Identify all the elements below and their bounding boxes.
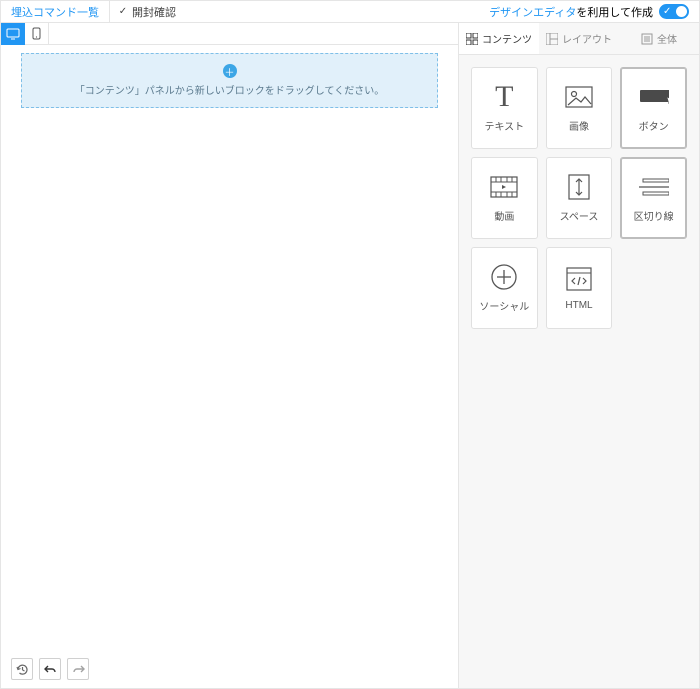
page-icon	[641, 33, 653, 45]
toggle-check-icon: ✓	[663, 4, 671, 19]
block-label: ボタン	[639, 118, 669, 133]
redo-button[interactable]	[67, 658, 89, 680]
undo-button[interactable]	[39, 658, 61, 680]
block-label: テキスト	[484, 118, 524, 133]
block-text[interactable]: T テキスト	[471, 67, 538, 149]
canvas-area: ＋ 「コンテンツ」パネルから新しいブロックをドラッグしてください。	[1, 23, 459, 688]
tab-all[interactable]: 全体	[619, 23, 699, 54]
history-icon	[16, 663, 29, 676]
block-label: 動画	[494, 208, 514, 223]
spacer-icon	[564, 174, 594, 200]
video-icon	[489, 174, 519, 200]
open-tracking-label: 開封確認	[132, 4, 176, 20]
history-button[interactable]	[11, 658, 33, 680]
block-html[interactable]: HTML	[546, 247, 613, 329]
drop-zone[interactable]: ＋ 「コンテンツ」パネルから新しいブロックをドラッグしてください。	[21, 53, 438, 108]
block-label: スペース	[560, 208, 599, 223]
tab-layout-label: レイアウト	[562, 31, 612, 46]
panel-tabs: コンテンツ レイアウト 全体	[459, 23, 699, 55]
html-icon	[564, 266, 594, 292]
grid-icon	[466, 33, 478, 45]
button-icon	[639, 84, 669, 110]
main: ＋ 「コンテンツ」パネルから新しいブロックをドラッグしてください。 コンテンツ	[1, 23, 699, 688]
design-editor-link[interactable]: デザインエディタ	[489, 7, 576, 19]
mobile-icon	[32, 27, 41, 40]
open-tracking-checkbox[interactable]: ✓ 開封確認	[110, 4, 184, 20]
check-icon: ✓	[118, 7, 128, 17]
block-video[interactable]: 動画	[471, 157, 538, 239]
undo-icon	[44, 664, 57, 675]
history-tools	[11, 658, 89, 680]
editor-toggle-area: デザインエディタを利用して作成 ✓	[489, 4, 689, 20]
mobile-view-button[interactable]	[25, 23, 49, 45]
block-divider[interactable]: 区切り線	[620, 157, 687, 239]
drop-hint: 「コンテンツ」パネルから新しいブロックをドラッグしてください。	[22, 82, 437, 97]
side-panel: コンテンツ レイアウト 全体 T テキスト 画像 ボタン動画 スペース 区切り線ソーシャル…	[459, 23, 699, 688]
block-label: HTML	[565, 300, 592, 311]
tab-content-label: コンテンツ	[482, 31, 532, 46]
tab-content[interactable]: コンテンツ	[459, 23, 539, 54]
block-button[interactable]: ボタン	[620, 67, 687, 149]
image-icon	[564, 84, 594, 110]
editor-suffix: を利用して作成	[576, 7, 653, 19]
editor-toggle[interactable]: ✓	[659, 4, 689, 19]
add-icon: ＋	[223, 64, 237, 78]
embed-command-list-button[interactable]: 埋込コマンド一覧	[1, 1, 110, 22]
block-image[interactable]: 画像	[546, 67, 613, 149]
block-label: 区切り線	[634, 208, 674, 223]
editor-mode-text: デザインエディタを利用して作成	[489, 4, 653, 20]
desktop-view-button[interactable]	[1, 23, 25, 45]
canvas-body[interactable]: ＋ 「コンテンツ」パネルから新しいブロックをドラッグしてください。	[1, 45, 458, 688]
block-social[interactable]: ソーシャル	[471, 247, 538, 329]
tab-layout[interactable]: レイアウト	[539, 23, 619, 54]
tab-all-label: 全体	[657, 31, 677, 46]
device-toolbar	[1, 23, 458, 45]
text-icon: T	[489, 84, 519, 110]
divider-icon	[639, 174, 669, 200]
block-label: 画像	[569, 118, 589, 133]
layout-icon	[546, 33, 558, 45]
block-spacer[interactable]: スペース	[546, 157, 613, 239]
block-label: ソーシャル	[479, 298, 529, 313]
desktop-icon	[6, 28, 20, 40]
topbar: 埋込コマンド一覧 ✓ 開封確認 デザインエディタを利用して作成 ✓	[1, 1, 699, 23]
blocks-grid: T テキスト 画像 ボタン動画 スペース 区切り線ソーシャル HTML	[459, 55, 699, 341]
social-icon	[489, 264, 519, 290]
redo-icon	[72, 664, 85, 675]
